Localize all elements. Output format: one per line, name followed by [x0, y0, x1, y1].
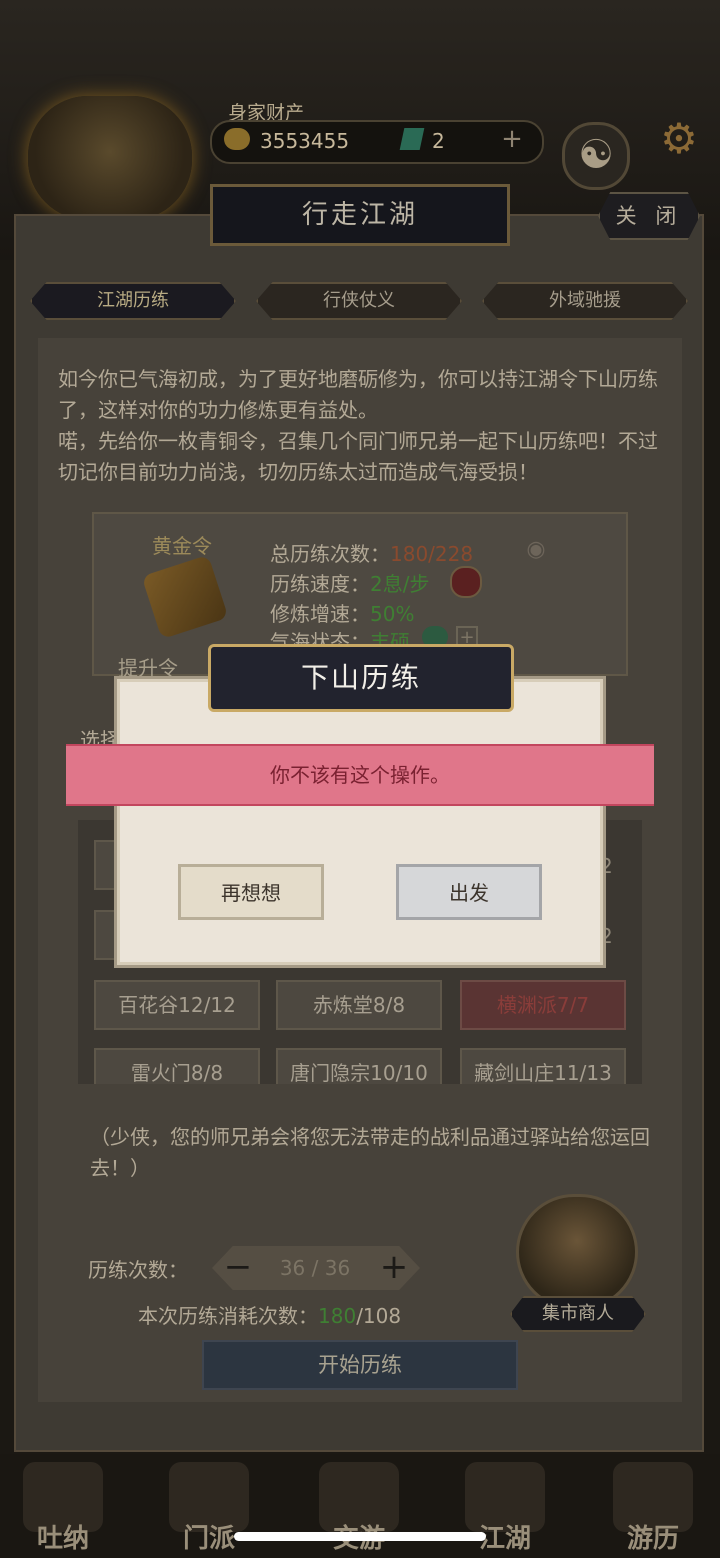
- gear-icon[interactable]: ⚙: [656, 116, 702, 162]
- stat-total: 总历练次数：180/228: [270, 542, 474, 566]
- confirm-dialog: [114, 676, 606, 968]
- merchant-avatar[interactable]: [516, 1194, 638, 1310]
- sect-hengyuanpai[interactable]: 横渊派7/7: [460, 980, 626, 1030]
- nav-travel[interactable]: 游历: [598, 1462, 708, 1554]
- loot-note: （少侠，您的师兄弟会将您无法带走的战利品通过驿站给您运回去！）: [90, 1125, 650, 1180]
- increment-button[interactable]: +: [372, 1248, 416, 1288]
- tab-foreign-aid[interactable]: 外域驰援: [482, 282, 688, 320]
- start-training-button[interactable]: 开始历练: [202, 1340, 518, 1390]
- dialog-title: 下山历练: [208, 644, 514, 712]
- jade-value: 2: [432, 129, 445, 153]
- count-label: 历练次数：: [88, 1258, 188, 1282]
- sect-cangjian[interactable]: 藏剑山庄11/13: [460, 1048, 626, 1084]
- coin-value: 3553455: [260, 129, 350, 153]
- speed-gem-icon[interactable]: [450, 566, 482, 598]
- tab-chivalry[interactable]: 行侠仗义: [256, 282, 462, 320]
- window-title: 行走江湖: [210, 184, 510, 246]
- add-currency-button[interactable]: +: [498, 126, 526, 154]
- taiji-icon[interactable]: ☯: [562, 122, 630, 190]
- sect-leihuomen[interactable]: 雷火门8/8: [94, 1048, 260, 1084]
- close-button[interactable]: 关 闭: [598, 192, 700, 240]
- sect-chiliantang[interactable]: 赤炼堂8/8: [276, 980, 442, 1030]
- player-avatar[interactable]: [28, 96, 192, 220]
- token-name: 黄金令: [152, 534, 212, 558]
- error-toast: 你不该有这个操作。: [66, 744, 654, 806]
- reconsider-button[interactable]: 再想想: [178, 864, 324, 920]
- depart-button[interactable]: 出发: [396, 864, 542, 920]
- sect-baihuagu[interactable]: 百花谷12/12: [94, 980, 260, 1030]
- coin-icon: [224, 128, 250, 150]
- home-indicator[interactable]: [234, 1532, 486, 1541]
- tab-jianghu-training[interactable]: 江湖历练: [30, 282, 236, 320]
- sect-tangmen[interactable]: 唐门隐宗10/10: [276, 1048, 442, 1084]
- merchant-label[interactable]: 集市商人: [510, 1296, 646, 1332]
- stat-boost: 修炼增速：50%: [270, 602, 415, 626]
- intro-text: 如今你已气海初成，为了更好地磨砺修为，你可以持江湖令下山历练了，这样对你的功力修…: [58, 367, 658, 484]
- nav-tuna[interactable]: 吐纳: [8, 1462, 118, 1554]
- sect-row-clip: 雷火门8/8 唐门隐宗10/10 藏剑山庄11/13: [78, 1048, 642, 1084]
- consume-text: 本次历练消耗次数：180/108: [138, 1304, 402, 1328]
- decrement-button[interactable]: −: [216, 1248, 260, 1288]
- count-value: 36 / 36: [279, 1256, 351, 1280]
- eye-icon[interactable]: ◉: [522, 536, 550, 564]
- stat-speed: 历练速度：2息/步: [270, 572, 430, 596]
